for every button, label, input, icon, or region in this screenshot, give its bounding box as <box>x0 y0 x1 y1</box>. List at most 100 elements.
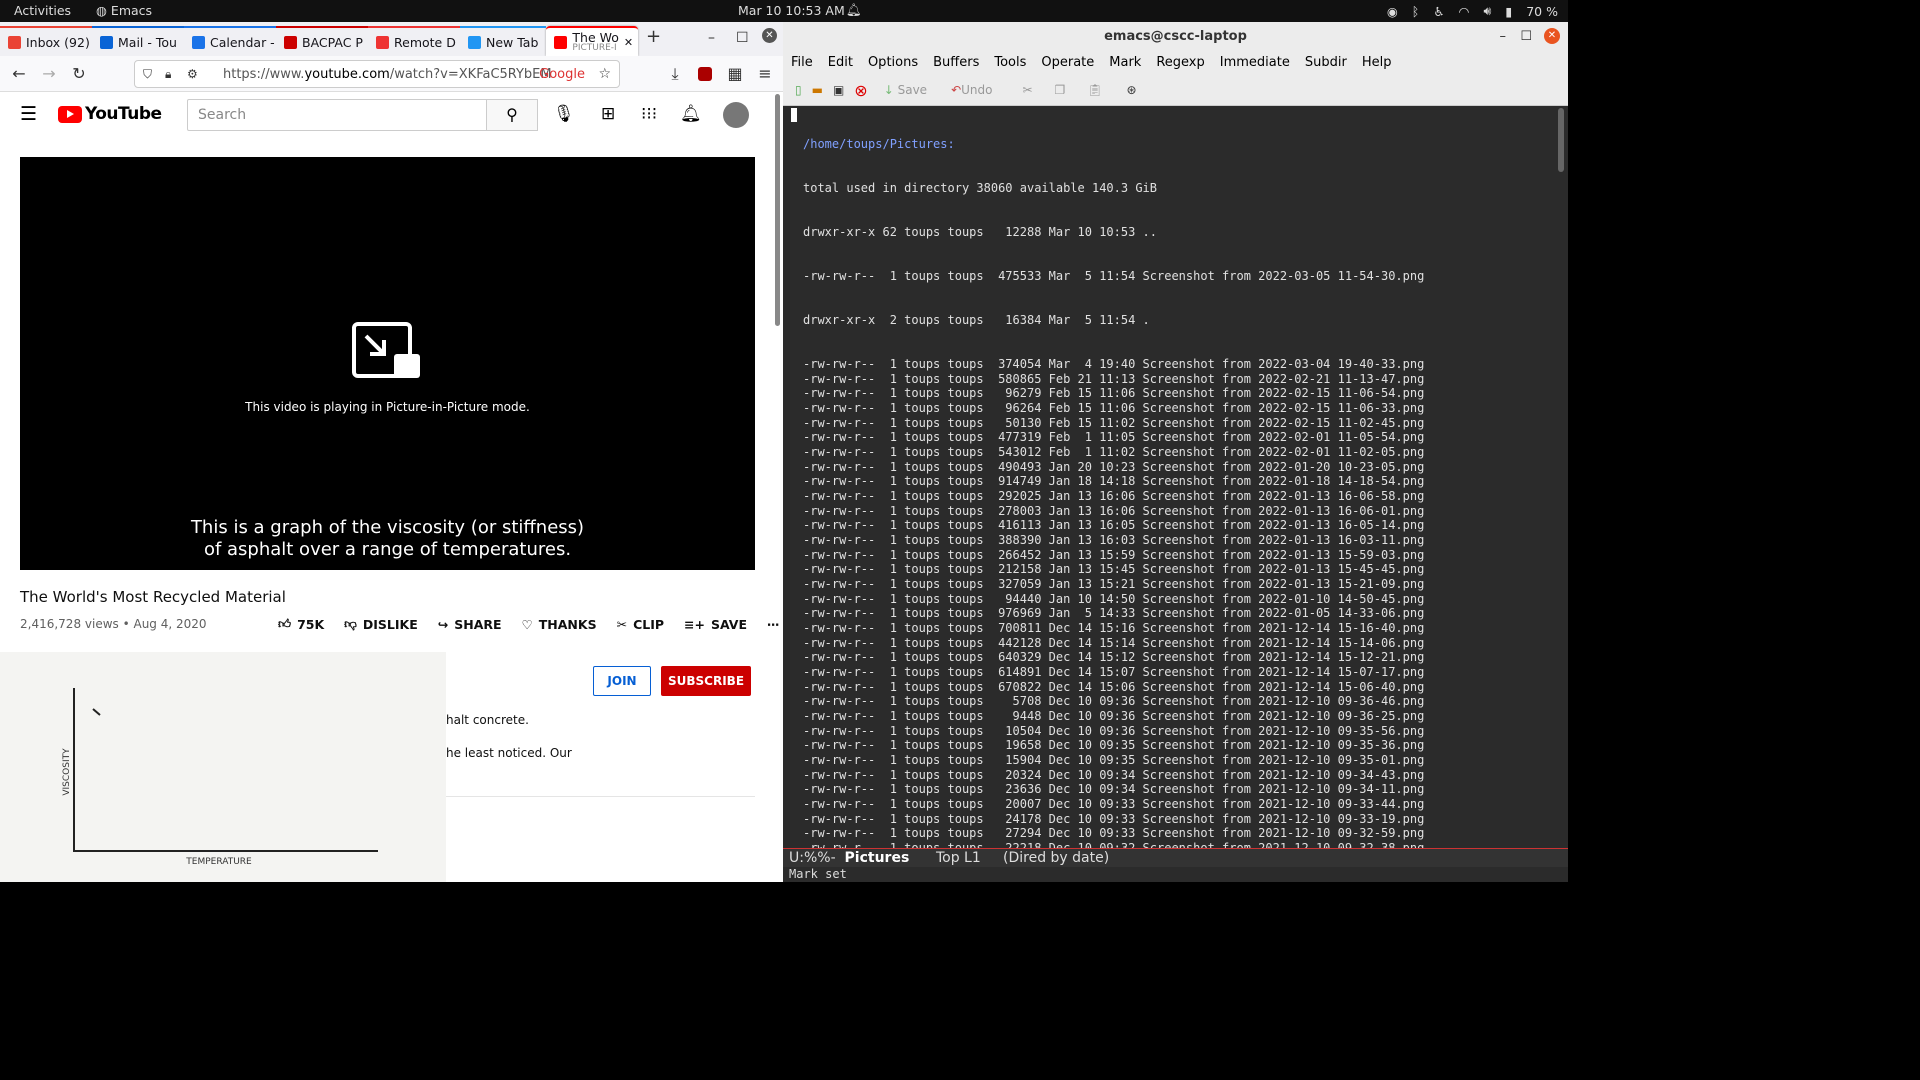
dired-file-line[interactable]: -rw-rw-r-- 1 toups toups 96279 Feb 15 11… <box>803 386 1553 401</box>
page-scrollbar[interactable] <box>775 94 780 326</box>
dired-parent-dir-line[interactable]: drwxr-xr-x 62 toups toups 12288 Mar 10 1… <box>803 225 1553 240</box>
dired-file-line[interactable]: -rw-rw-r-- 1 toups toups 490493 Jan 20 1… <box>803 460 1553 475</box>
dislike-button[interactable]: 👎︎ DISLIKE <box>344 616 418 632</box>
new-tab-button[interactable]: + <box>646 26 661 47</box>
tracking-shield-icon[interactable]: ⛉ <box>143 67 152 82</box>
kill-buffer-icon[interactable]: ⊗ <box>854 81 867 100</box>
create-video-icon[interactable]: ⊞ <box>601 104 615 124</box>
accessibility-icon[interactable]: ♿︎ <box>1433 4 1444 19</box>
menu-item[interactable]: Immediate <box>1220 51 1290 75</box>
bluetooth-icon[interactable]: ᛒ <box>1412 4 1420 19</box>
menu-item[interactable]: Subdir <box>1305 51 1347 75</box>
volume-icon[interactable]: 🔊︎ <box>1483 3 1491 19</box>
dired-file-line[interactable]: -rw-rw-r-- 1 toups toups 580865 Feb 21 1… <box>803 372 1553 387</box>
emacs-scrollbar[interactable] <box>1558 108 1564 172</box>
dired-file-line[interactable]: -rw-rw-r-- 1 toups toups 292025 Jan 13 1… <box>803 489 1553 504</box>
clip-button[interactable]: ✂ CLIP <box>617 616 664 632</box>
voice-search-icon[interactable]: 🎙︎ <box>553 104 575 124</box>
search-icon[interactable]: ⊛ <box>1127 83 1137 97</box>
bookmark-star-icon[interactable]: ☆ <box>598 66 611 82</box>
dired-file-line[interactable]: -rw-rw-r-- 1 toups toups 9448 Dec 10 09:… <box>803 709 1553 724</box>
save-button[interactable]: ≡+ SAVE <box>684 616 747 632</box>
system-tray[interactable]: ◉ ᛒ ♿︎ ◠ 🔊︎ ▮ 70 % <box>1387 3 1558 19</box>
activities-button[interactable]: Activities <box>14 3 71 18</box>
dired-file-line[interactable]: -rw-rw-r-- 1 toups toups 96264 Feb 15 11… <box>803 401 1553 416</box>
wifi-icon[interactable]: ◠ <box>1459 4 1470 19</box>
app-menu[interactable]: ◍ Emacs <box>96 3 152 18</box>
forward-icon[interactable]: → <box>34 64 64 83</box>
share-button[interactable]: ↪ SHARE <box>438 616 502 632</box>
notifications-icon[interactable]: 🔔︎ <box>680 104 702 124</box>
clock[interactable]: Mar 10 10:53 AM <box>738 3 845 18</box>
browser-tab[interactable]: Inbox (92) <box>0 26 92 56</box>
dired-file-line[interactable]: -rw-rw-r-- 1 toups toups 327059 Jan 13 1… <box>803 577 1553 592</box>
dired-file-line[interactable]: -rw-rw-r-- 1 toups toups 278003 Jan 13 1… <box>803 504 1553 519</box>
dired-file-line[interactable]: -rw-rw-r-- 1 toups toups 15904 Dec 10 09… <box>803 753 1553 768</box>
back-icon[interactable]: ← <box>4 64 34 83</box>
new-file-icon[interactable]: ▯ <box>795 83 802 97</box>
url-bar[interactable]: ⛉ 🔒︎ ⚙ https://www.youtube.com/watch?v=X… <box>134 60 620 88</box>
save-toolbar-button[interactable]: ↓ Save <box>884 83 927 97</box>
dired-file-line[interactable]: -rw-rw-r-- 1 toups toups 20007 Dec 10 09… <box>803 797 1553 812</box>
browser-tab[interactable]: New Tab <box>460 26 547 56</box>
pip-video-window[interactable]: VISCOSITY TEMPERATURE <box>0 652 446 882</box>
menu-icon[interactable]: ≡ <box>750 64 780 83</box>
dired-file-line[interactable]: -rw-rw-r-- 1 toups toups 5708 Dec 10 09:… <box>803 694 1553 709</box>
join-button[interactable]: JOIN <box>593 666 651 696</box>
dired-file-line[interactable]: -rw-rw-r-- 1 toups toups 976969 Jan 5 14… <box>803 606 1553 621</box>
menu-item[interactable]: Edit <box>828 51 853 75</box>
like-button[interactable]: 👍︎ 75K <box>278 616 324 632</box>
menu-item[interactable]: Buffers <box>933 51 979 75</box>
ublock-icon[interactable] <box>698 66 712 81</box>
dired-file-line[interactable]: -rw-rw-r-- 1 toups toups 700811 Dec 14 1… <box>803 621 1553 636</box>
dired-file-line[interactable]: -rw-rw-r-- 1 toups toups 23636 Dec 10 09… <box>803 782 1553 797</box>
url-text[interactable]: https://www.youtube.com/watch?v=XKFaC5RY… <box>223 67 552 82</box>
dired-file-line[interactable]: -rw-rw-r-- 1 toups toups 212158 Jan 13 1… <box>803 562 1553 577</box>
battery-icon[interactable]: ▮ <box>1505 4 1512 19</box>
dired-file-line[interactable]: -rw-rw-r-- 1 toups toups 442128 Dec 14 1… <box>803 636 1553 651</box>
dired-file-line[interactable]: -rw-rw-r-- 1 toups toups 914749 Jan 18 1… <box>803 474 1553 489</box>
minibuffer[interactable]: Mark set <box>783 867 1568 882</box>
menu-item[interactable]: Mark <box>1109 51 1141 75</box>
open-file-icon[interactable]: ▬ <box>812 83 823 97</box>
dired-file-line[interactable]: -rw-rw-r-- 1 toups toups 374054 Mar 4 19… <box>803 357 1553 372</box>
dired-file-line[interactable]: -rw-rw-r-- 1 toups toups 50130 Feb 15 11… <box>803 416 1553 431</box>
avatar[interactable] <box>723 102 749 128</box>
menu-item[interactable]: Options <box>868 51 918 75</box>
dired-buffer[interactable]: /home/toups/Pictures: total used in dire… <box>803 108 1553 882</box>
menu-item[interactable]: File <box>791 51 813 75</box>
thanks-button[interactable]: ♡ THANKS <box>522 616 597 632</box>
dired-file-line[interactable]: -rw-rw-r-- 1 toups toups 614891 Dec 14 1… <box>803 665 1553 680</box>
menu-item[interactable]: Operate <box>1041 51 1094 75</box>
guide-menu-icon[interactable]: ☰ <box>20 103 37 125</box>
video-player[interactable]: This video is playing in Picture-in-Pict… <box>20 157 755 570</box>
dired-file-line[interactable]: -rw-rw-r-- 1 toups toups 20324 Dec 10 09… <box>803 768 1553 783</box>
menu-item[interactable]: Tools <box>994 51 1026 75</box>
dired-file-line[interactable]: -rw-rw-r-- 1 toups toups 477319 Feb 1 11… <box>803 430 1553 445</box>
close-window-button[interactable]: ✕ <box>762 28 777 43</box>
dired-file-line[interactable]: -rw-rw-r-- 1 toups toups 475533 Mar 5 11… <box>803 269 1553 284</box>
reload-icon[interactable]: ↻ <box>64 64 94 83</box>
dired-file-line[interactable]: -rw-rw-r-- 1 toups toups 543012 Feb 1 11… <box>803 445 1553 460</box>
apps-icon[interactable]: ⁝⁝⁝ <box>641 104 657 124</box>
maximize-button[interactable]: ☐ <box>736 30 749 46</box>
paste-icon[interactable]: 📋︎ <box>1087 83 1102 97</box>
copy-icon[interactable]: ❐ <box>1055 83 1066 97</box>
dired-file-line[interactable]: -rw-rw-r-- 1 toups toups 24178 Dec 10 09… <box>803 812 1553 827</box>
lock-icon[interactable]: 🔒︎ <box>165 67 171 82</box>
dired-icon[interactable]: ▣ <box>833 83 844 97</box>
dired-file-line[interactable]: -rw-rw-r-- 1 toups toups 416113 Jan 13 1… <box>803 518 1553 533</box>
youtube-logo[interactable]: YouTube <box>58 104 162 124</box>
emacs-minimize-button[interactable]: – <box>1500 22 1507 51</box>
browser-tab[interactable]: The Wo PICTURE-I ✕ <box>546 26 639 56</box>
downloads-icon[interactable]: ⤓ <box>660 64 690 84</box>
cut-icon[interactable]: ✂ <box>1022 83 1032 97</box>
emacs-close-button[interactable]: ✕ <box>1544 28 1560 44</box>
extension-icon[interactable]: ◉ <box>1387 4 1398 19</box>
menu-item[interactable]: Regexp <box>1156 51 1204 75</box>
dired-file-line[interactable]: -rw-rw-r-- 1 toups toups 670822 Dec 14 1… <box>803 680 1553 695</box>
undo-toolbar-button[interactable]: ↶Undo <box>951 83 992 97</box>
more-actions-icon[interactable]: ⋯ <box>767 616 780 632</box>
dired-file-line[interactable]: -rw-rw-r-- 1 toups toups 94440 Jan 10 14… <box>803 592 1553 607</box>
tab-close-icon[interactable]: ✕ <box>624 36 633 49</box>
